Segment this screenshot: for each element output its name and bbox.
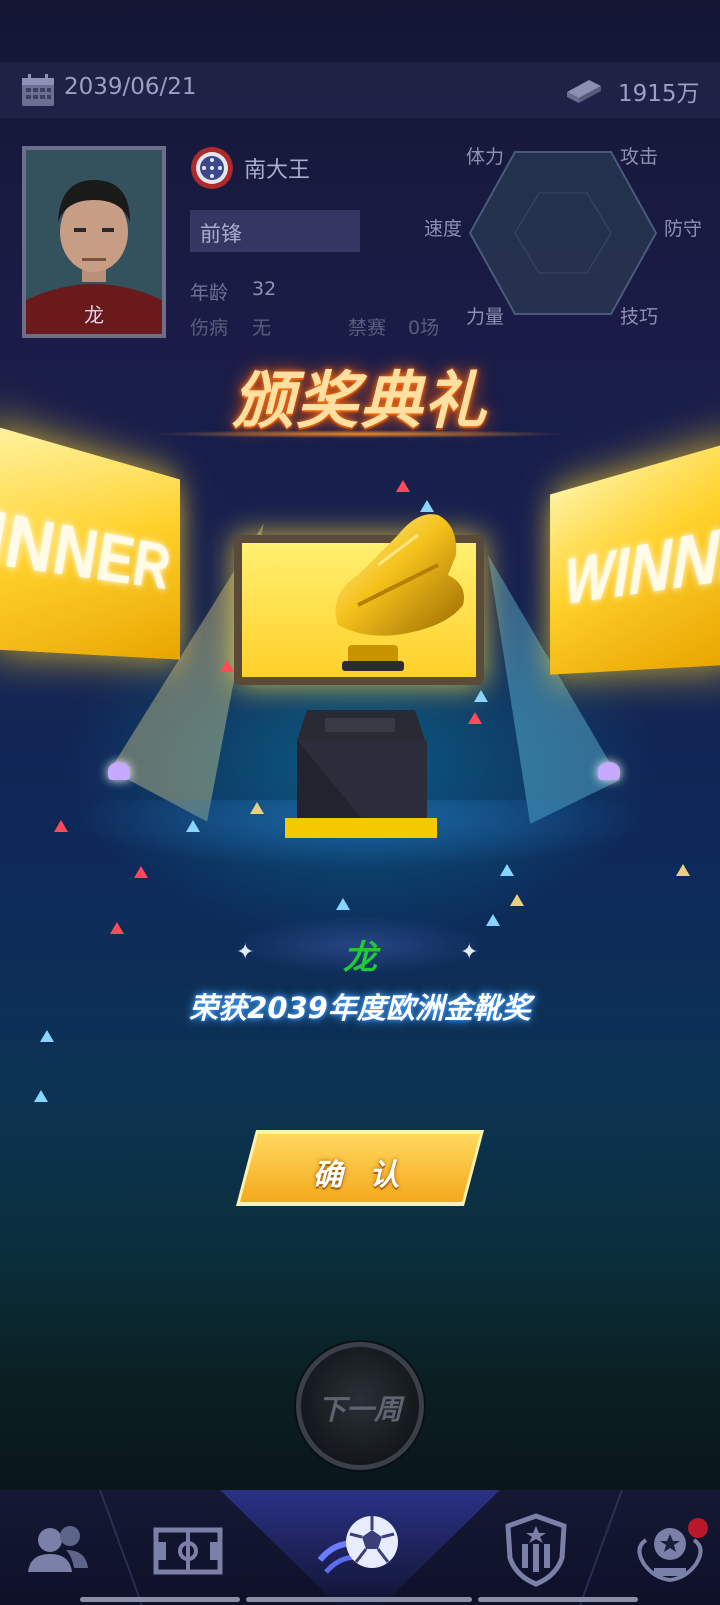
winner-name: 龙	[343, 938, 377, 978]
confetti-piece	[420, 500, 434, 512]
injury-value: 无	[252, 317, 272, 339]
stat-defense: 防守	[664, 218, 703, 240]
confetti-piece	[54, 820, 68, 832]
sparkle-icon: ✦	[236, 940, 255, 965]
stat-strength: 力量	[466, 306, 505, 328]
home-indicator	[246, 1597, 472, 1602]
winner-banner-right-text: WINNER	[565, 489, 720, 618]
ban-value: 0场	[408, 317, 440, 339]
ban-label: 禁赛	[348, 317, 387, 339]
pitch-icon[interactable]	[148, 1510, 228, 1590]
confetti-piece	[500, 864, 514, 876]
stat-stamina: 体力	[466, 146, 505, 168]
stat-attack: 攻击	[620, 146, 659, 168]
money-amount: 1915万	[618, 81, 700, 107]
confetti-piece	[186, 820, 200, 832]
confetti-piece	[110, 922, 124, 934]
sparkle-icon: ✦	[460, 940, 479, 965]
confetti-piece	[134, 866, 148, 878]
confetti-piece	[220, 660, 234, 672]
ceremony-title: 颁奖典礼	[231, 364, 488, 437]
game-date: 2039/06/21	[64, 74, 197, 100]
confetti-piece	[250, 802, 264, 814]
confetti-piece	[510, 894, 524, 906]
confetti-piece	[468, 712, 482, 724]
home-indicator	[478, 1597, 638, 1602]
spotlight-right-icon	[598, 762, 620, 780]
money-icon	[567, 80, 601, 103]
notification-badge	[688, 1518, 708, 1538]
age-value: 32	[252, 278, 277, 300]
injury-label: 伤病	[190, 317, 229, 339]
age-label: 年龄	[190, 282, 229, 304]
trophy-pedestal	[285, 710, 437, 838]
next-week-button[interactable]	[296, 1342, 424, 1470]
home-indicator	[80, 1597, 240, 1602]
player-portrait[interactable]: 龙	[22, 146, 166, 338]
club-crest-icon[interactable]	[496, 1510, 576, 1590]
award-description: 荣获2039年度欧洲金靴奖	[189, 991, 531, 1025]
golden-boot-icon	[335, 514, 464, 671]
confetti-piece	[676, 864, 690, 876]
player-position: 前锋	[200, 222, 242, 246]
portrait-player-name: 龙	[84, 303, 104, 327]
confetti-piece	[34, 1090, 48, 1102]
confetti-piece	[474, 690, 488, 702]
title-glow	[150, 430, 570, 438]
calendar-icon	[22, 74, 54, 106]
attribute-radar	[468, 151, 658, 315]
winner-banner-left-text: WINNER	[0, 476, 169, 604]
squad-icon[interactable]	[16, 1510, 96, 1590]
confetti-piece	[40, 1030, 54, 1042]
confetti-piece	[336, 898, 350, 910]
football-icon[interactable]	[316, 1500, 406, 1590]
confirm-button[interactable]	[240, 1134, 480, 1202]
club-name: 南大王	[244, 158, 311, 183]
spotlight-left-icon	[108, 762, 130, 780]
stat-speed: 速度	[424, 218, 463, 240]
stat-technique: 技巧	[620, 306, 659, 328]
club-badge-icon	[191, 147, 233, 189]
confetti-piece	[396, 480, 410, 492]
